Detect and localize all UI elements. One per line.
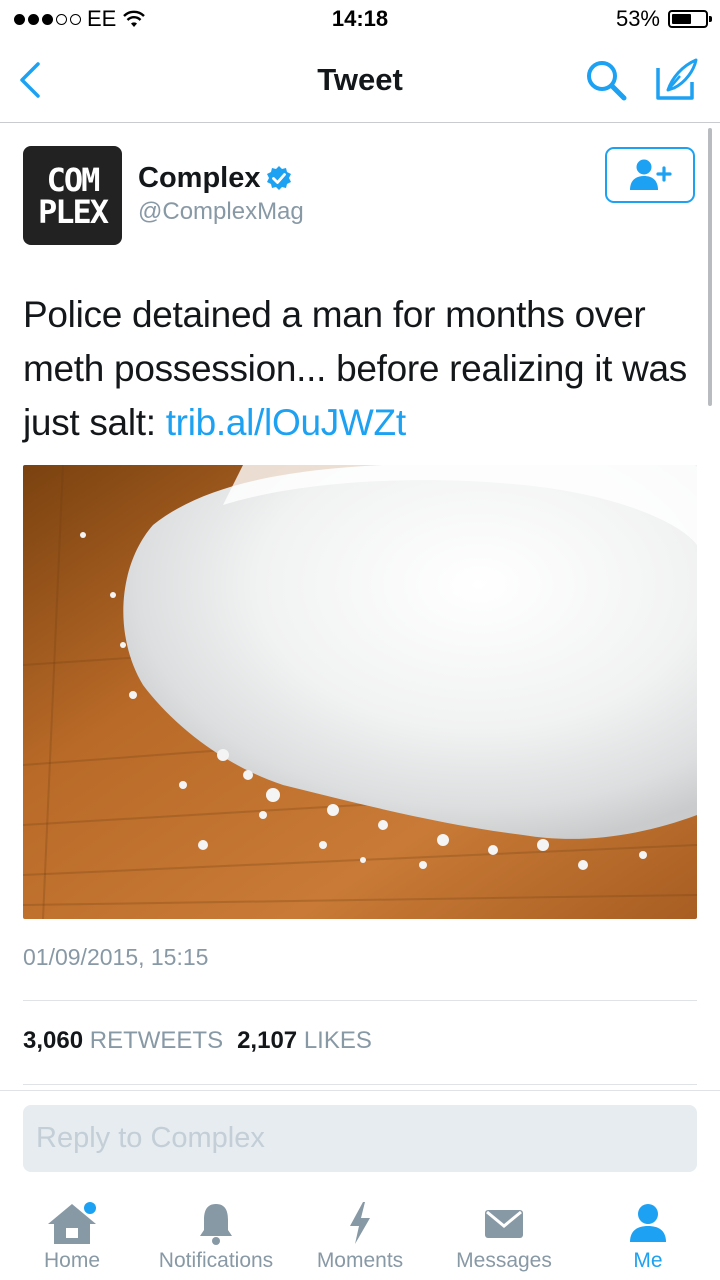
search-icon: [587, 61, 627, 101]
display-name[interactable]: Complex: [138, 162, 260, 195]
avatar-line-1: COM: [46, 160, 101, 199]
retweets-stat[interactable]: 3,060 RETWEETS: [23, 1027, 223, 1054]
follow-button[interactable]: [605, 147, 695, 203]
tab-me[interactable]: Me: [576, 1188, 720, 1280]
tab-moments[interactable]: Moments: [288, 1188, 432, 1280]
likes-label: LIKES: [303, 1027, 372, 1054]
lightning-icon: [350, 1202, 370, 1244]
search-button[interactable]: [584, 58, 630, 104]
tab-notifications[interactable]: Notifications: [144, 1188, 288, 1280]
tweet-text: Police detained a man for months over me…: [23, 288, 693, 450]
user-handle[interactable]: @ComplexMag: [138, 198, 304, 226]
tab-me-label: Me: [633, 1249, 663, 1272]
retweets-label: RETWEETS: [89, 1027, 224, 1054]
add-user-icon: [630, 159, 672, 190]
avatar-line-2: PLEX: [37, 192, 109, 231]
tweet-timestamp: 01/09/2015, 15:15: [23, 944, 209, 970]
person-icon: [630, 1204, 666, 1242]
tweet-link[interactable]: trib.al/lOuJWZt: [166, 402, 406, 443]
bell-icon: [200, 1204, 232, 1245]
retweets-count: 3,060: [23, 1027, 84, 1054]
tab-home-label: Home: [43, 1249, 101, 1272]
nav-bar: Tweet: [0, 40, 720, 123]
tab-home[interactable]: Home: [0, 1188, 144, 1280]
divider: [23, 1000, 697, 1001]
tab-messages[interactable]: Messages: [432, 1188, 576, 1280]
reply-placeholder: Reply to Complex: [36, 1122, 265, 1154]
status-time: 14:18: [331, 6, 389, 31]
battery-icon: [668, 10, 712, 28]
likes-count: 2,107: [237, 1027, 298, 1054]
divider: [23, 1084, 697, 1085]
scrollbar[interactable]: [708, 128, 712, 406]
compose-button[interactable]: [652, 56, 702, 104]
tab-messages-label: Messages: [456, 1249, 552, 1272]
battery-percent: 53%: [615, 6, 660, 31]
likes-stat[interactable]: 2,107 LIKES: [237, 1027, 372, 1054]
verified-badge-icon: [267, 166, 291, 190]
tab-notifications-label: Notifications: [158, 1249, 274, 1272]
envelope-icon: [485, 1210, 523, 1238]
status-bar: EE 14:18 53%: [0, 0, 720, 40]
reply-divider: [0, 1090, 720, 1091]
compose-icon: [656, 58, 698, 100]
tab-moments-label: Moments: [316, 1249, 404, 1272]
home-icon: [48, 1202, 96, 1244]
tweet-photo[interactable]: [23, 465, 697, 919]
status-right: 53%: [615, 6, 712, 32]
avatar[interactable]: COM PLEX: [23, 146, 122, 245]
salt-photo: [23, 465, 697, 919]
tab-bar: Home Notifications Moments Messages Me: [0, 1188, 720, 1280]
tweet-stats: 3,060 RETWEETS 2,107 LIKES: [23, 1027, 372, 1055]
reply-input[interactable]: Reply to Complex: [23, 1105, 697, 1172]
